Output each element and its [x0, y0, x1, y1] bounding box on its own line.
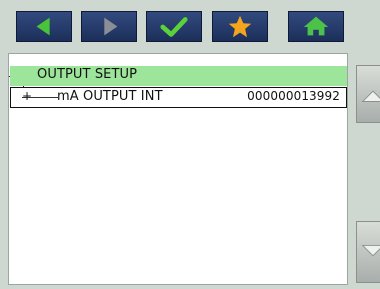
toolbar	[0, 0, 380, 50]
back-button[interactable]	[16, 11, 72, 42]
arrow-right-icon	[104, 17, 118, 36]
favorite-button[interactable]	[212, 11, 268, 42]
scroll-down-button[interactable]	[356, 221, 380, 283]
checkmark-icon	[160, 17, 188, 37]
chevron-up-icon	[361, 90, 380, 102]
row-label: mA OUTPUT INT	[57, 89, 163, 104]
scrollbar[interactable]	[350, 53, 380, 285]
arrow-left-icon	[36, 17, 50, 36]
tree-section-output-setup[interactable]: OUTPUT SETUP	[10, 66, 347, 86]
row-value: 000000013992	[247, 89, 340, 103]
section-label: OUTPUT SETUP	[37, 67, 138, 82]
tree-row-ma-output-int[interactable]: + mA OUTPUT INT 000000013992	[10, 87, 347, 108]
tree-panel: OUTPUT SETUP + mA OUTPUT INT 00000001399…	[8, 53, 348, 285]
expand-plus-icon[interactable]: +	[22, 89, 32, 103]
confirm-button[interactable]	[146, 11, 202, 42]
chevron-down-icon	[361, 244, 380, 257]
star-icon	[228, 15, 252, 38]
home-button[interactable]	[288, 11, 344, 42]
scroll-up-button[interactable]	[356, 65, 380, 123]
forward-button[interactable]	[81, 11, 137, 42]
home-icon	[303, 16, 329, 36]
